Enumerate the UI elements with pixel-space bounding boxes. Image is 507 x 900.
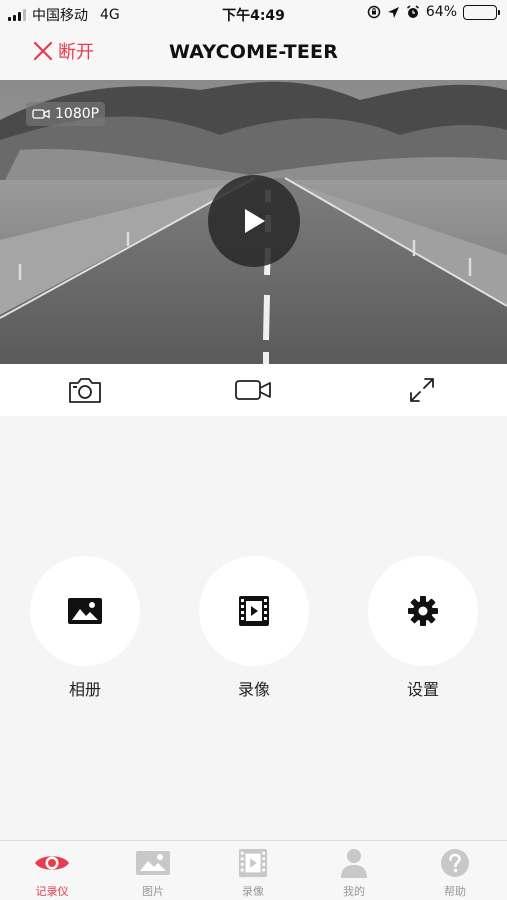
tab-pictures-label: 图片 [142, 885, 164, 898]
tab-recordings-label: 录像 [242, 885, 264, 898]
tab-pictures[interactable]: 图片 [123, 847, 183, 899]
expand-icon [410, 378, 434, 402]
battery-icon [463, 4, 500, 20]
fullscreen-button[interactable] [402, 374, 442, 406]
resolution-label: 1080P [55, 106, 100, 122]
status-bar: 中国移动 4G 下午4:49 64% [0, 0, 507, 28]
eye-icon [35, 856, 69, 870]
film-icon [238, 848, 268, 878]
play-icon [245, 209, 265, 233]
play-button[interactable] [208, 175, 300, 267]
alarm-icon [406, 5, 419, 18]
tab-recordings[interactable]: 录像 [223, 847, 283, 899]
toolbar [0, 364, 507, 416]
camcorder-icon [32, 109, 50, 119]
recordings-button[interactable] [199, 556, 309, 666]
gear-icon [408, 596, 438, 626]
tab-recorder-label: 记录仪 [35, 885, 69, 898]
recordings-label: 录像 [237, 680, 270, 699]
screen-lock-icon [367, 5, 381, 19]
settings-feature: 设置 [368, 556, 478, 700]
location-icon [387, 6, 399, 18]
camera-icon [69, 378, 101, 403]
tab-help[interactable]: 帮助 [425, 847, 485, 899]
image-icon [68, 598, 102, 624]
tab-profile[interactable]: 我的 [324, 847, 384, 899]
tab-profile-label: 我的 [343, 885, 365, 898]
tab-recorder[interactable]: 记录仪 [22, 847, 82, 899]
settings-label: 设置 [406, 680, 439, 699]
snapshot-button[interactable] [65, 374, 105, 406]
disconnect-button[interactable]: 断开 [32, 38, 94, 64]
nav-bar: 断开 WAYCOME-TEER [0, 28, 507, 80]
image-icon [136, 851, 170, 875]
tab-help-label: 帮助 [444, 885, 466, 898]
page-title: WAYCOME-TEER [168, 41, 339, 63]
help-icon [441, 849, 469, 877]
person-icon [341, 849, 367, 878]
disconnect-label: 断开 [58, 42, 94, 63]
battery-percent: 64% [425, 4, 457, 20]
video-camera-icon [235, 380, 271, 400]
settings-button[interactable] [368, 556, 478, 666]
film-icon [239, 596, 269, 626]
close-icon [33, 41, 53, 61]
record-button[interactable] [233, 374, 273, 406]
recordings-feature: 录像 [199, 556, 309, 700]
video-preview[interactable]: 1080P [0, 80, 507, 364]
resolution-badge: 1080P [26, 102, 106, 126]
album-button[interactable] [30, 556, 140, 666]
album-label: 相册 [68, 680, 101, 699]
tab-bar: 记录仪 图片 录像 我的 帮助 [0, 840, 507, 900]
album-feature: 相册 [30, 556, 140, 700]
status-right: 64% [367, 4, 500, 20]
